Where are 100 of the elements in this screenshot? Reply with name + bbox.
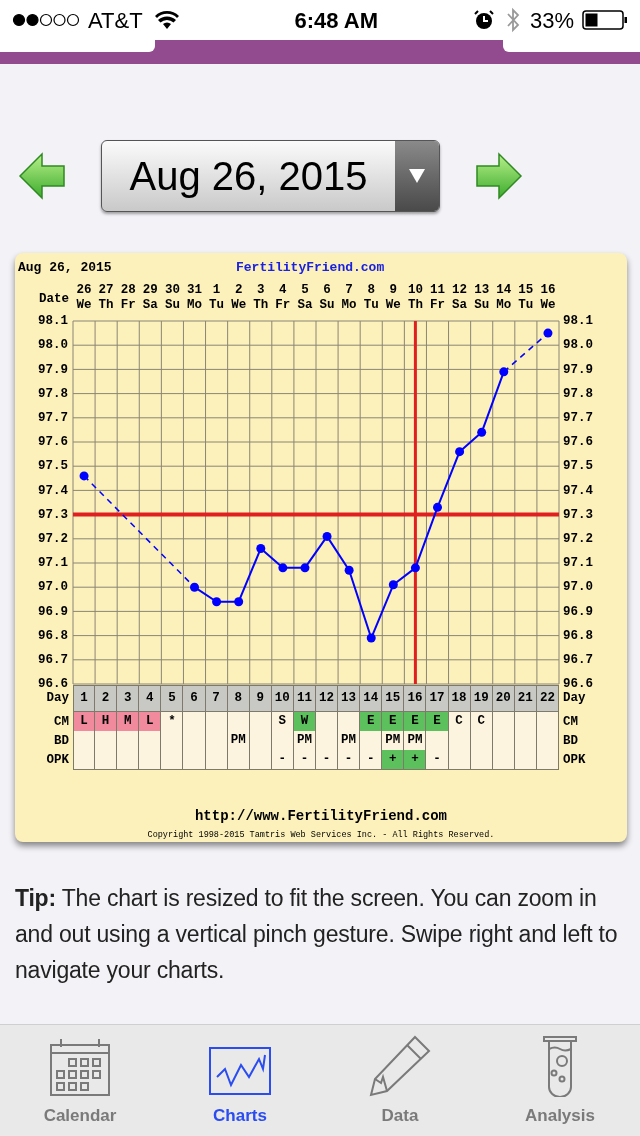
tip-text: Tip: The chart is resized to fit the screen. You can zoom in and out using a vertical pinch gesture. Swipe right and left to navigate your charts. bbox=[14, 884, 619, 985]
date-number: 31 bbox=[187, 283, 202, 299]
table-cell bbox=[95, 731, 118, 751]
date-number: 28 bbox=[120, 283, 136, 299]
weekday: Mo bbox=[496, 298, 512, 314]
next-arrow-button[interactable] bbox=[474, 151, 524, 201]
table-cell: E bbox=[382, 712, 405, 732]
table-cell: 1 bbox=[73, 685, 96, 713]
weekday: Mo bbox=[341, 298, 357, 314]
y-axis-label: 97.2 bbox=[38, 530, 68, 548]
y-axis-label: 97.9 bbox=[38, 361, 68, 379]
date-number: 26 bbox=[76, 283, 92, 299]
table-cell: PM bbox=[338, 731, 361, 751]
data-point bbox=[388, 580, 398, 590]
weekday: Th bbox=[253, 298, 269, 314]
date-number: 27 bbox=[98, 283, 114, 299]
date-number: 30 bbox=[164, 283, 180, 299]
table-cell: - bbox=[271, 750, 294, 770]
date-number: 6 bbox=[323, 283, 331, 299]
table-cell: 19 bbox=[470, 685, 493, 713]
data-point bbox=[190, 582, 199, 592]
table-cell: PM bbox=[382, 731, 405, 751]
y-axis-label: 97.3 bbox=[38, 506, 68, 524]
table-cell bbox=[536, 750, 559, 770]
table-cell bbox=[360, 731, 383, 751]
table-cell: 14 bbox=[360, 685, 383, 713]
carrier-name: AT&T bbox=[88, 6, 143, 35]
tab[interactable]: Charts bbox=[160, 1025, 320, 1136]
table-cell: E bbox=[404, 712, 427, 732]
weekday: Sa bbox=[452, 298, 468, 314]
date-number: 9 bbox=[389, 283, 398, 299]
y-axis-label: 97.5 bbox=[563, 458, 593, 476]
table-cell: C bbox=[470, 712, 493, 732]
table-cell bbox=[205, 712, 228, 732]
y-axis-label: 98.0 bbox=[563, 337, 593, 355]
weekday: Sa bbox=[297, 298, 313, 314]
table-cell: 8 bbox=[227, 685, 250, 713]
weekday: Fr bbox=[430, 298, 445, 314]
copyright-text: Copyright 1998-2015 Tamtris Web Services Inc. - All Rights Reserved. bbox=[146, 829, 496, 842]
table-cell bbox=[227, 712, 250, 732]
table-cell bbox=[536, 712, 559, 732]
weekday: Tu bbox=[209, 298, 225, 314]
date-dropdown[interactable]: Aug 26, 2015 bbox=[101, 140, 440, 212]
table-cell bbox=[492, 712, 515, 732]
tab[interactable]: Data bbox=[320, 1025, 480, 1136]
weekday: We bbox=[540, 298, 556, 314]
tab[interactable]: Calendar bbox=[0, 1025, 160, 1136]
table-cell: 7 bbox=[205, 685, 228, 713]
table-cell: H bbox=[95, 712, 118, 732]
table-cell bbox=[492, 750, 515, 770]
table-cell: W bbox=[293, 712, 316, 732]
data-point bbox=[499, 367, 509, 377]
table-cell: 15 bbox=[382, 685, 405, 713]
y-axis-label: 97.5 bbox=[38, 458, 68, 476]
y-axis-label: 97.6 bbox=[563, 434, 593, 452]
table-cell: 17 bbox=[426, 685, 449, 713]
date-number: 8 bbox=[367, 283, 375, 299]
date-number: 29 bbox=[142, 283, 158, 299]
y-axis-label: 97.4 bbox=[563, 482, 593, 500]
row-label: OPK bbox=[562, 751, 587, 769]
table-cell bbox=[117, 731, 140, 751]
y-axis-label: 96.7 bbox=[38, 651, 68, 669]
table-cell bbox=[183, 712, 206, 732]
test-tube-icon bbox=[540, 1034, 580, 1097]
date-number: 10 bbox=[407, 283, 423, 299]
table-cell bbox=[205, 750, 228, 770]
table-cell bbox=[426, 731, 449, 751]
table-cell bbox=[183, 750, 206, 770]
data-point bbox=[300, 563, 310, 573]
table-cell bbox=[161, 750, 184, 770]
table-cell bbox=[514, 750, 537, 770]
y-axis-label: 97.3 bbox=[563, 506, 593, 524]
date-number: 5 bbox=[301, 283, 309, 299]
table-cell: E bbox=[426, 712, 449, 732]
weekday: Su bbox=[164, 298, 180, 314]
date-number: 16 bbox=[540, 283, 556, 299]
y-axis-label: 97.9 bbox=[563, 361, 593, 379]
battery-percent: 33% bbox=[529, 6, 574, 35]
y-axis-label: 98.1 bbox=[563, 313, 593, 331]
table-cell bbox=[514, 712, 537, 732]
table-cell bbox=[249, 712, 272, 732]
table-cell bbox=[139, 731, 162, 751]
table-cell: M bbox=[117, 712, 140, 732]
row-label: Day bbox=[562, 690, 587, 708]
y-axis-label: 97.1 bbox=[38, 555, 68, 573]
date-number: 11 bbox=[430, 283, 445, 299]
y-axis-label: 96.9 bbox=[563, 603, 593, 621]
data-point bbox=[322, 532, 332, 542]
table-cell: 2 bbox=[95, 685, 118, 713]
weekday: Mo bbox=[187, 298, 202, 314]
date-number: 15 bbox=[518, 283, 534, 299]
weekday: Su bbox=[474, 298, 490, 314]
weekday: We bbox=[385, 298, 401, 314]
tab[interactable]: Analysis bbox=[480, 1025, 640, 1136]
table-cell: 21 bbox=[514, 685, 537, 713]
weekday: Tu bbox=[518, 298, 534, 314]
weekday: Fr bbox=[275, 298, 291, 314]
y-axis-label: 97.8 bbox=[38, 385, 68, 403]
previous-arrow-button[interactable] bbox=[17, 151, 67, 201]
table-cell: PM bbox=[227, 731, 250, 751]
